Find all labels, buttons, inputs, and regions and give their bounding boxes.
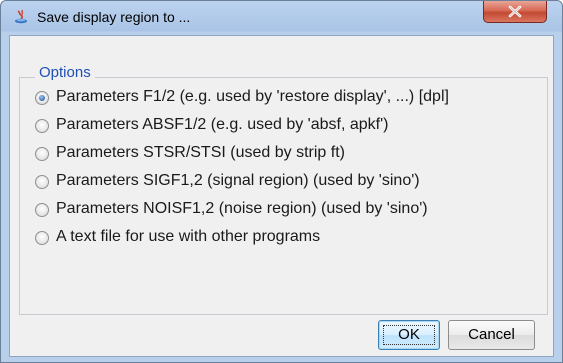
- title-bar[interactable]: Save display region to ...: [1, 1, 562, 35]
- ok-button-label: OK: [398, 326, 420, 343]
- options-group: [19, 77, 548, 315]
- ok-button[interactable]: OK: [378, 320, 440, 350]
- java-app-icon: [13, 9, 29, 25]
- dialog-content: Options Parameters F1/2 (e.g. used by 'r…: [9, 35, 554, 357]
- close-button[interactable]: [483, 1, 547, 23]
- radio-button[interactable]: [35, 203, 49, 217]
- cancel-button-label: Cancel: [468, 326, 515, 343]
- option-label: Parameters SIGF1,2 (signal region) (used…: [56, 172, 420, 189]
- radio-button[interactable]: [35, 175, 49, 189]
- radio-button[interactable]: [35, 147, 49, 161]
- options-legend: Options: [35, 64, 95, 81]
- close-icon: [508, 5, 522, 18]
- option-label: Parameters NOISF1,2 (noise region) (used…: [56, 200, 428, 217]
- radio-button-selected[interactable]: [35, 91, 49, 105]
- option-label: Parameters F1/2 (e.g. used by 'restore d…: [56, 88, 449, 105]
- cancel-button[interactable]: Cancel: [448, 320, 535, 350]
- window-title: Save display region to ...: [37, 9, 191, 25]
- dialog-window: Save display region to ... Options Param…: [0, 0, 563, 363]
- option-label: Parameters STSR/STSI (used by strip ft): [56, 144, 345, 161]
- option-label: A text file for use with other programs: [56, 228, 321, 245]
- radio-button[interactable]: [35, 231, 49, 245]
- radio-button[interactable]: [35, 119, 49, 133]
- option-label: Parameters ABSF1/2 (e.g. used by 'absf, …: [56, 116, 389, 133]
